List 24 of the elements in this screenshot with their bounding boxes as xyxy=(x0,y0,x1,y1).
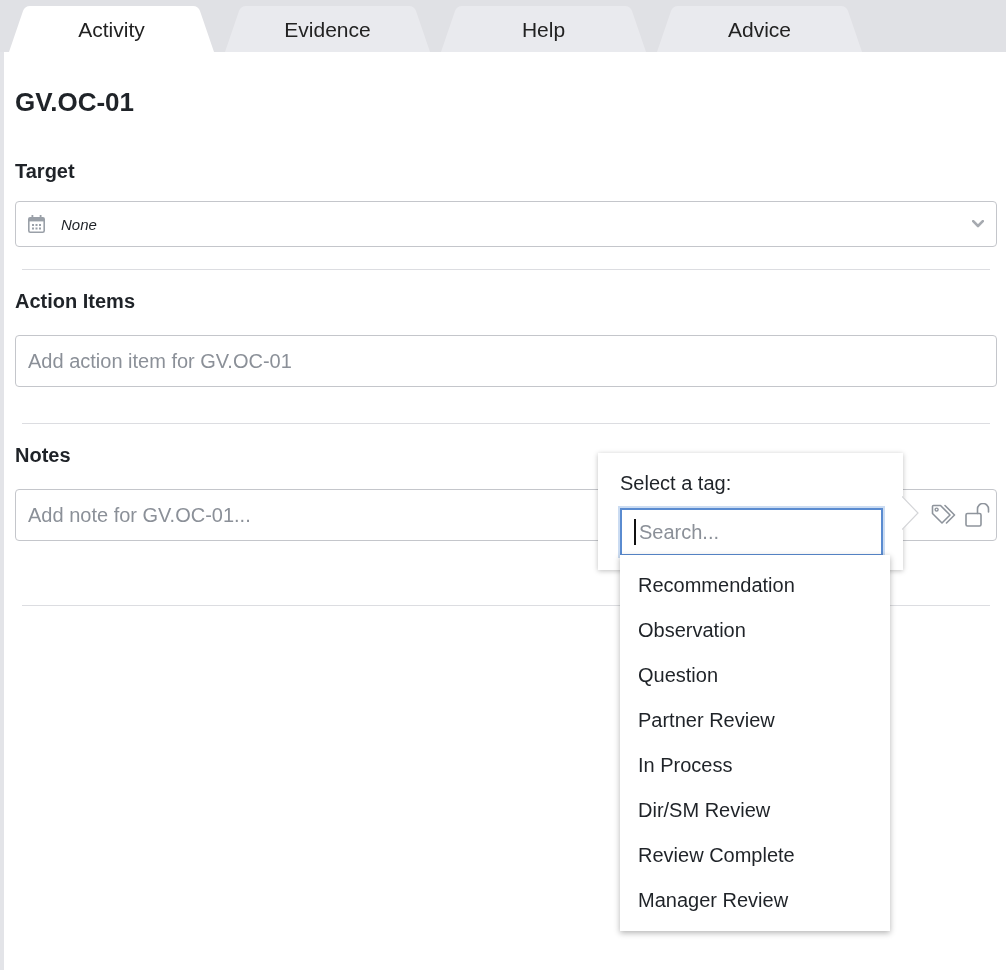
tag-option[interactable]: Question xyxy=(620,653,890,698)
tab[interactable]: Advice xyxy=(657,6,862,52)
tag-option[interactable]: Dir/SM Review xyxy=(620,788,890,833)
tag-search-input[interactable]: Search... xyxy=(620,508,883,556)
text-cursor-icon xyxy=(634,519,636,545)
unlocked-padlock-icon[interactable] xyxy=(965,503,991,527)
tag-option[interactable]: Review Complete xyxy=(620,833,890,878)
chevron-down-icon xyxy=(972,220,984,228)
tab[interactable]: Evidence xyxy=(225,6,430,52)
tab[interactable]: Help xyxy=(441,6,646,52)
tag-option[interactable]: Recommendation xyxy=(620,563,890,608)
tag-option[interactable]: Observation xyxy=(620,608,890,653)
field-label: Action Items xyxy=(15,289,136,313)
field-label: Notes xyxy=(15,443,71,467)
tag-option[interactable]: Partner Review xyxy=(620,698,890,743)
tags-icon[interactable] xyxy=(931,504,957,526)
tag-option[interactable]: Manager Review xyxy=(620,878,890,923)
tag-option[interactable]: In Process xyxy=(620,743,890,788)
field-label: Target xyxy=(15,159,75,183)
action-item-input[interactable]: Add action item for GV.OC-01 xyxy=(15,335,997,387)
page-title: GV.OC-01 xyxy=(15,86,134,118)
target-select[interactable]: None xyxy=(15,201,997,247)
calendar-icon xyxy=(28,215,45,233)
tab[interactable]: Activity xyxy=(9,6,214,52)
